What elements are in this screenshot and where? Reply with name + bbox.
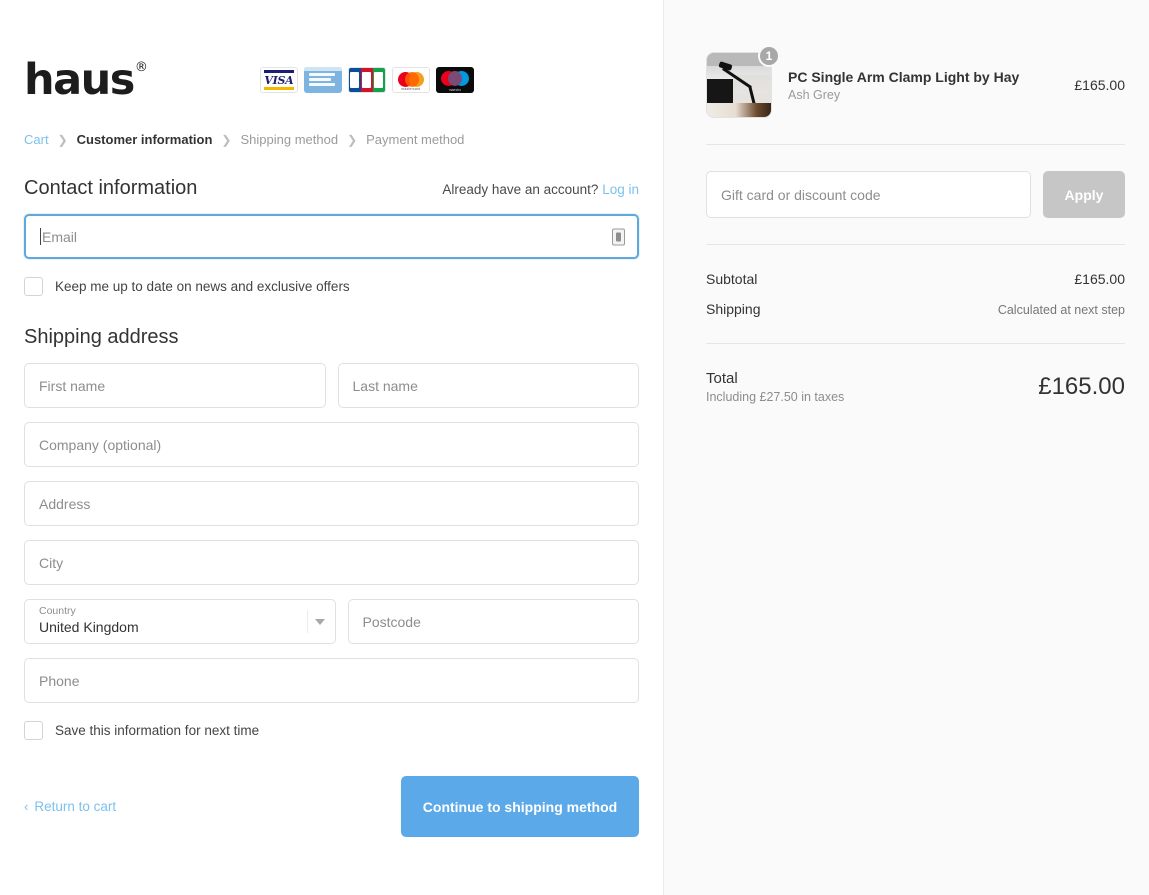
chevron-right-icon: ❯ [58,134,68,146]
apply-discount-button[interactable]: Apply [1043,171,1125,218]
account-prompt: Already have an account? Log in [442,182,639,197]
phone-placeholder: Phone [39,673,79,689]
mastercard-icon: mastercard [392,67,430,93]
summary-divider [706,144,1125,145]
address-input[interactable]: Address [24,481,639,526]
order-summary-column: 1 PC Single Arm Clamp Light by Hay Ash G… [664,0,1149,895]
contact-information-header: Contact information Already have an acco… [24,177,639,200]
login-link[interactable]: Log in [602,182,639,197]
company-input[interactable]: Company (optional) [24,422,639,467]
breadcrumb: Cart ❯ Customer information ❯ Shipping m… [24,132,639,147]
save-information-label: Save this information for next time [55,723,259,738]
return-to-cart-label: Return to cart [34,799,116,814]
checkout-page: haus® VISA mastercard [0,0,1149,895]
visa-icon: VISA [260,67,298,93]
company-placeholder: Company (optional) [39,437,161,453]
postcode-input[interactable]: Postcode [348,599,640,644]
city-placeholder: City [39,555,63,571]
summary-divider [706,244,1125,245]
text-cursor [40,228,41,245]
breadcrumb-item-payment-method[interactable]: Payment method [366,132,464,147]
discount-code-placeholder: Gift card or discount code [721,187,881,203]
total-row: Total Including £27.50 in taxes £165.00 [706,370,1125,404]
maestro-icon: maestro [436,67,474,93]
total-tax-note: Including £27.50 in taxes [706,390,844,404]
product-title: PC Single Arm Clamp Light by Hay [788,69,1058,85]
country-postcode-row: Country United Kingdom Postcode [24,585,639,644]
subtotal-label: Subtotal [706,271,757,287]
name-fields-row: First name Last name [24,349,639,408]
discount-code-input[interactable]: Gift card or discount code [706,171,1031,218]
email-input[interactable]: Email [24,214,639,259]
customer-information-column: haus® VISA mastercard [0,0,664,895]
product-price: £165.00 [1074,77,1125,93]
store-logo[interactable]: haus® [24,59,148,102]
chevron-left-icon: ‹ [24,800,28,813]
registered-trademark-icon: ® [135,61,148,74]
email-input-placeholder: Email [42,229,77,245]
maestro-icon-label: maestro [436,88,474,92]
jcb-icon [348,67,386,93]
shipping-value: Calculated at next step [998,303,1125,317]
total-value: £165.00 [1038,373,1125,401]
chevron-right-icon: ❯ [221,134,231,146]
save-information-checkbox-row[interactable]: Save this information for next time [24,721,639,740]
shipping-label: Shipping [706,301,761,317]
breadcrumb-item-cart[interactable]: Cart [24,132,49,147]
country-select-value: United Kingdom [39,618,301,636]
total-label-group: Total Including £27.50 in taxes [706,370,844,404]
last-name-placeholder: Last name [353,378,418,394]
postcode-placeholder: Postcode [363,614,421,630]
account-prompt-text: Already have an account? [442,182,598,197]
form-actions: ‹ Return to cart Continue to shipping me… [24,776,639,837]
select-divider [307,610,308,633]
store-logo-text: haus [24,55,134,105]
phone-input[interactable]: Phone [24,658,639,703]
first-name-input[interactable]: First name [24,363,326,408]
city-input[interactable]: City [24,540,639,585]
newsletter-checkbox[interactable] [24,277,43,296]
country-select[interactable]: Country United Kingdom [24,599,336,644]
product-thumbnail-wrap: 1 [706,52,772,118]
quantity-badge: 1 [758,45,780,67]
newsletter-checkbox-row[interactable]: Keep me up to date on news and exclusive… [24,277,639,296]
subtotal-value: £165.00 [1074,271,1125,287]
mastercard-icon-label: mastercard [393,87,429,91]
subtotal-row: Subtotal £165.00 [706,271,1125,287]
continue-to-shipping-button[interactable]: Continue to shipping method [401,776,639,837]
store-header: haus® VISA mastercard [24,52,639,108]
accepted-payment-icons: VISA mastercard maestro [260,67,474,93]
address-placeholder: Address [39,496,90,512]
first-name-placeholder: First name [39,378,105,394]
shipping-address-header: Shipping address [24,326,639,349]
order-line-item: 1 PC Single Arm Clamp Light by Hay Ash G… [706,52,1125,118]
return-to-cart-link[interactable]: ‹ Return to cart [24,799,116,814]
shipping-address-title: Shipping address [24,326,179,349]
product-variant: Ash Grey [788,88,1058,102]
generic-card-icon [304,67,342,93]
last-name-input[interactable]: Last name [338,363,640,408]
shipping-row: Shipping Calculated at next step [706,301,1125,317]
total-label: Total [706,370,844,387]
contact-information-title: Contact information [24,177,197,200]
newsletter-checkbox-label: Keep me up to date on news and exclusive… [55,279,350,294]
summary-divider [706,343,1125,344]
chevron-down-icon[interactable] [315,619,325,625]
country-select-label: Country [39,605,301,618]
save-information-checkbox[interactable] [24,721,43,740]
breadcrumb-item-customer-information[interactable]: Customer information [77,132,213,147]
discount-row: Gift card or discount code Apply [706,171,1125,218]
autofill-icon[interactable] [612,228,625,245]
breadcrumb-item-shipping-method[interactable]: Shipping method [240,132,338,147]
product-info: PC Single Arm Clamp Light by Hay Ash Gre… [788,69,1058,102]
chevron-right-icon: ❯ [347,134,357,146]
